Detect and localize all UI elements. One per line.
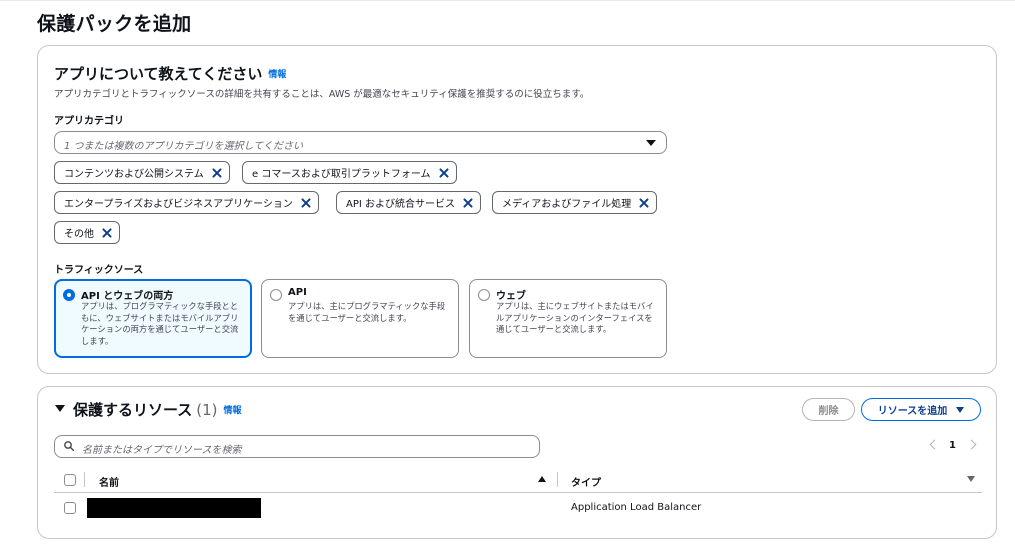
remove-tag-icon[interactable] [636, 195, 652, 211]
category-tag-label: その他 [64, 229, 94, 240]
category-tag-label: メディアおよびファイル処理 [502, 199, 632, 210]
traffic-option-title: API とウェブの両方 [81, 291, 174, 302]
traffic-option-api[interactable]: API アプリは、主にプログラマティックな手段を通じてユーザーと交流します。 [261, 279, 459, 358]
sort-ascending-icon[interactable] [538, 476, 546, 482]
page-number[interactable]: 1 [949, 440, 956, 451]
remove-tag-icon[interactable] [436, 165, 452, 181]
traffic-option-title: API [288, 287, 307, 298]
category-tag: その他 [54, 221, 120, 244]
category-tag: メディアおよびファイル処理 [492, 191, 658, 214]
app-category-placeholder: 1 つまたは複数のアプリカテゴリを選択してください [64, 141, 303, 152]
dropdown-caret-icon [956, 406, 965, 413]
traffic-option-web[interactable]: ウェブ アプリは、主にウェブサイトまたはモバイルアプリケーションのインターフェイ… [469, 279, 667, 358]
select-all-checkbox[interactable] [64, 474, 76, 486]
delete-button-label: 削除 [818, 406, 839, 417]
resources-header: 保護するリソース (1) 情報 [73, 399, 242, 420]
traffic-option-api-and-web[interactable]: API とウェブの両方 アプリは、プログラマティックな手段とともに、ウェブサイト… [54, 279, 252, 358]
search-placeholder: 名前またはタイプでリソースを検索 [82, 445, 242, 456]
row-checkbox[interactable] [64, 502, 76, 514]
column-separator [557, 472, 558, 487]
table-row: Application Load Balancer [54, 494, 982, 522]
app-category-select[interactable]: 1 つまたは複数のアプリカテゴリを選択してください [54, 131, 667, 154]
app-info-title: アプリについて教えてください [54, 65, 263, 83]
chevron-right-icon[interactable] [966, 439, 977, 450]
sort-icon[interactable] [967, 476, 975, 482]
traffic-option-title: ウェブ [496, 291, 526, 302]
category-tag: コンテンツおよび公開システム [54, 161, 230, 184]
radio-icon[interactable] [478, 289, 490, 301]
resources-title: 保護するリソース [73, 401, 193, 419]
resources-container: 保護するリソース (1) 情報 削除 リソースを追加 名前またはタイプでリソースを検… [37, 386, 997, 539]
table-header: 名前 タイプ [54, 466, 982, 493]
traffic-option-description: アプリは、プログラマティックな手段とともに、ウェブサイトまたはモバイルアプリケー… [81, 301, 239, 346]
page-title: 保護パックを追加 [37, 13, 192, 35]
category-tag: API および統合サービス [336, 191, 481, 214]
resource-search-input[interactable]: 名前またはタイプでリソースを検索 [54, 435, 540, 458]
redacted-resource-name [87, 498, 261, 518]
add-resource-button[interactable]: リソースを追加 [861, 398, 981, 421]
category-tag: e コマースおよび取引プラットフォーム [242, 161, 457, 184]
app-info-description: アプリカテゴリとトラフィックソースの詳細を共有することは、AWS が最適なセキュ… [54, 89, 590, 100]
add-resource-label: リソースを追加 [877, 406, 948, 417]
radio-icon[interactable] [270, 289, 282, 301]
collapse-caret-icon[interactable] [55, 405, 65, 412]
resource-type: Application Load Balancer [571, 502, 702, 513]
info-link[interactable]: 情報 [268, 70, 286, 80]
app-info-header: アプリについて教えてください 情報 [54, 63, 286, 84]
category-tag-label: コンテンツおよび公開システム [64, 169, 204, 180]
remove-tag-icon[interactable] [298, 195, 314, 211]
delete-button[interactable]: 削除 [802, 398, 855, 421]
category-tag-label: エンタープライズおよびビジネスアプリケーション [64, 199, 293, 210]
top-divider [0, 0, 1015, 1]
remove-tag-icon[interactable] [209, 165, 225, 181]
column-header-name[interactable]: 名前 [99, 474, 119, 489]
radio-selected-icon[interactable] [63, 289, 75, 301]
app-info-container: アプリについて教えてください 情報 アプリカテゴリとトラフィックソースの詳細を共有… [37, 45, 997, 374]
category-tag-label: API および統合サービス [346, 199, 455, 210]
search-icon [64, 441, 74, 451]
category-tag: エンタープライズおよびビジネスアプリケーション [54, 191, 319, 214]
category-tag-label: e コマースおよび取引プラットフォーム [252, 169, 431, 180]
traffic-option-description: アプリは、主にプログラマティックな手段を通じてユーザーと交流します。 [288, 301, 446, 323]
column-header-type[interactable]: タイプ [571, 474, 601, 489]
chevron-left-icon[interactable] [929, 439, 940, 450]
resources-count: (1) [196, 401, 218, 419]
info-link[interactable]: 情報 [224, 406, 242, 416]
remove-tag-icon[interactable] [99, 225, 115, 241]
app-category-label: アプリカテゴリ [54, 116, 124, 127]
traffic-source-label: トラフィックソース [54, 265, 144, 276]
caret-down-icon [646, 140, 656, 146]
remove-tag-icon[interactable] [460, 195, 476, 211]
traffic-option-description: アプリは、主にウェブサイトまたはモバイルアプリケーションのインターフェイスを通じ… [496, 301, 654, 334]
column-separator [84, 472, 85, 487]
